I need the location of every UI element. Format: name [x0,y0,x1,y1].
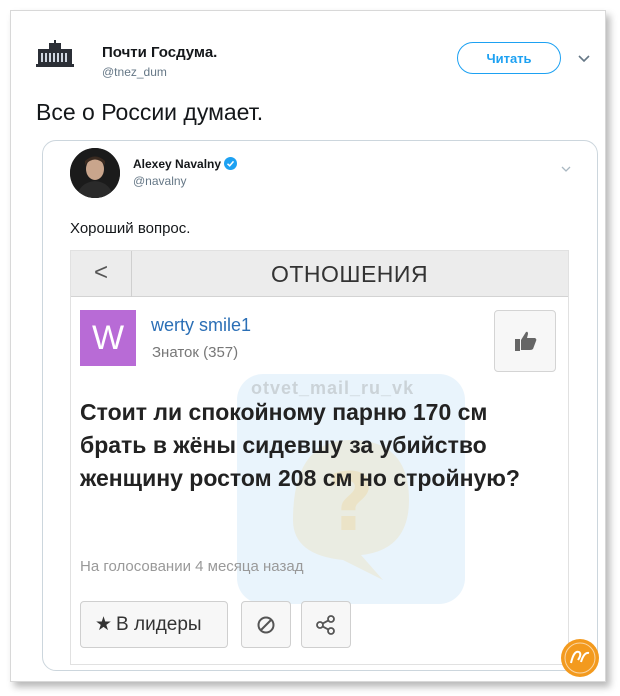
screenshot-header: < ОТНОШЕНИЯ [71,251,568,297]
question-meta: На голосовании 4 месяца назад [80,558,304,575]
thumbs-up-icon [515,331,537,351]
author-handle[interactable]: @tnez_dum [102,65,167,79]
quoted-author-handle[interactable]: @navalny [133,174,187,188]
verified-badge-icon [224,157,238,170]
share-button[interactable] [301,601,351,648]
chevron-down-icon[interactable] [560,160,572,172]
block-icon [257,616,275,634]
post-frame: Почти Госдума. @tnez_dum Читать Все о Ро… [10,10,606,682]
tweet-text: Все о России думает. [36,99,264,125]
follow-button[interactable]: Читать [457,42,561,74]
leaders-button-label: В лидеры [116,614,202,635]
back-button[interactable]: < [71,251,132,297]
quoted-tweet-text: Хороший вопрос. [70,220,191,237]
quoted-author-name-text[interactable]: Alexey Navalny [133,157,221,171]
quoted-author-avatar[interactable] [70,148,120,198]
chevron-down-icon[interactable] [577,51,591,63]
screenshot-title: ОТНОШЕНИЯ [270,261,429,287]
leaders-button[interactable]: ★ В лидеры [80,601,228,648]
block-button[interactable] [241,601,291,648]
question-text: Стоит ли спокойному парню 170 см брать в… [80,399,520,491]
user-rank: Знаток (357) [152,344,239,361]
like-button[interactable] [494,310,556,372]
site-logo-icon [560,638,600,678]
user-avatar[interactable]: W [80,310,136,366]
user-name-link[interactable]: werty smile1 [151,315,251,336]
quoted-author-name[interactable]: Alexey Navalny [133,157,238,171]
quoted-tweet[interactable]: Alexey Navalny @navalny Хороший вопрос. … [42,140,598,671]
author-name[interactable]: Почти Госдума. [102,44,217,61]
author-avatar[interactable] [36,40,74,70]
attached-screenshot[interactable]: < ОТНОШЕНИЯ ? otvet_mail_ru_vk W werty s… [70,250,569,665]
share-icon [316,615,335,635]
star-icon: ★ [95,614,113,635]
